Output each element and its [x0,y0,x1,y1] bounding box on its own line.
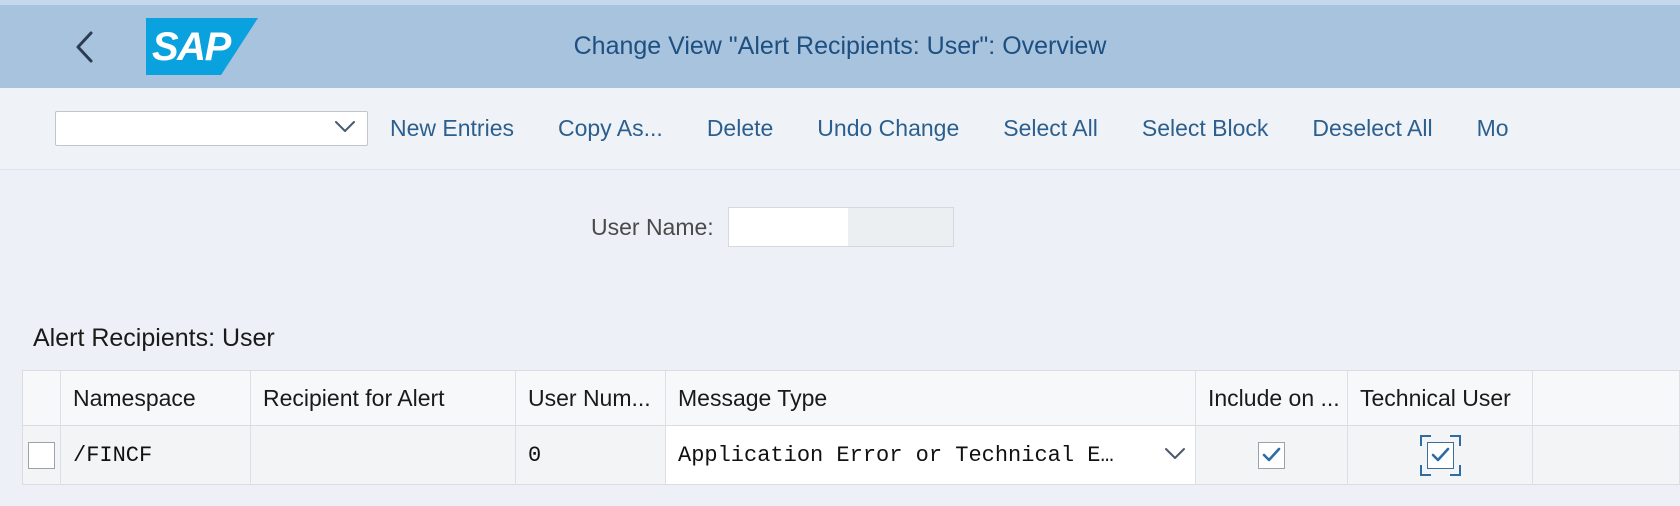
row-select-cell[interactable] [23,426,61,484]
toolbar-button-new-entries[interactable]: New Entries [368,115,536,142]
chevron-left-icon [74,30,96,64]
focus-corner-top-right [1449,434,1461,446]
user-name-label: User Name: [591,213,714,240]
technical-user-focus-ring [1419,434,1461,476]
toolbar-button-more[interactable]: Mo [1455,115,1531,142]
message-type-value: Application Error or Technical E… [678,442,1114,468]
toolbar-button-copy-as[interactable]: Copy As... [536,115,685,142]
user-name-filter: User Name: [0,170,1680,247]
focus-corner-bottom-left [1419,464,1431,476]
alert-recipients-table: Namespace Recipient for Alert User Num..… [22,370,1680,485]
chevron-down-icon [333,118,357,139]
column-header-technical-user[interactable]: Technical User [1348,371,1533,425]
toolbar-button-select-block[interactable]: Select Block [1120,115,1291,142]
user-name-field[interactable] [727,207,954,247]
column-header-include-on[interactable]: Include on ... [1196,371,1348,425]
toolbar-button-deselect-all[interactable]: Deselect All [1290,115,1454,142]
message-type-dropdown[interactable]: Application Error or Technical E… [666,426,1195,484]
cell-user-number[interactable]: 0 [516,426,666,484]
cell-filler [1533,426,1680,484]
cell-include-on[interactable] [1196,426,1348,484]
back-button[interactable] [62,24,108,70]
view-select-combobox[interactable] [55,111,368,146]
chevron-down-icon [1163,443,1187,468]
table-row[interactable]: /FINCF 0 Application Error or Technical … [23,426,1680,485]
content-area: User Name: Alert Recipients: User Namesp… [0,170,1680,506]
toolbar: New Entries Copy As... Delete Undo Chang… [0,88,1680,170]
table-header-row: Namespace Recipient for Alert User Num..… [23,371,1680,426]
sap-logo-text: SAP [152,25,231,69]
column-header-select[interactable] [23,371,61,425]
row-select-checkbox[interactable] [28,441,55,469]
user-name-input[interactable] [728,208,848,246]
cell-message-type[interactable]: Application Error or Technical E… [666,426,1196,484]
column-header-recipient-for-alert[interactable]: Recipient for Alert [251,371,516,425]
toolbar-button-undo-change[interactable]: Undo Change [795,115,981,142]
cell-recipient-for-alert[interactable] [251,426,516,484]
include-on-checkbox[interactable] [1258,441,1285,469]
cell-technical-user[interactable] [1348,426,1533,484]
column-header-namespace[interactable]: Namespace [61,371,251,425]
toolbar-button-delete[interactable]: Delete [685,115,795,142]
focus-corner-top-left [1419,434,1431,446]
shell-header: SAP Change View "Alert Recipients: User"… [0,5,1680,88]
toolbar-button-select-all[interactable]: Select All [981,115,1120,142]
focus-corner-bottom-right [1449,464,1461,476]
column-header-filler [1533,371,1680,425]
section-title: Alert Recipients: User [33,324,275,352]
column-header-message-type[interactable]: Message Type [666,371,1196,425]
sap-logo[interactable]: SAP [146,18,258,75]
column-header-user-number[interactable]: User Num... [516,371,666,425]
cell-namespace[interactable]: /FINCF [61,426,251,484]
